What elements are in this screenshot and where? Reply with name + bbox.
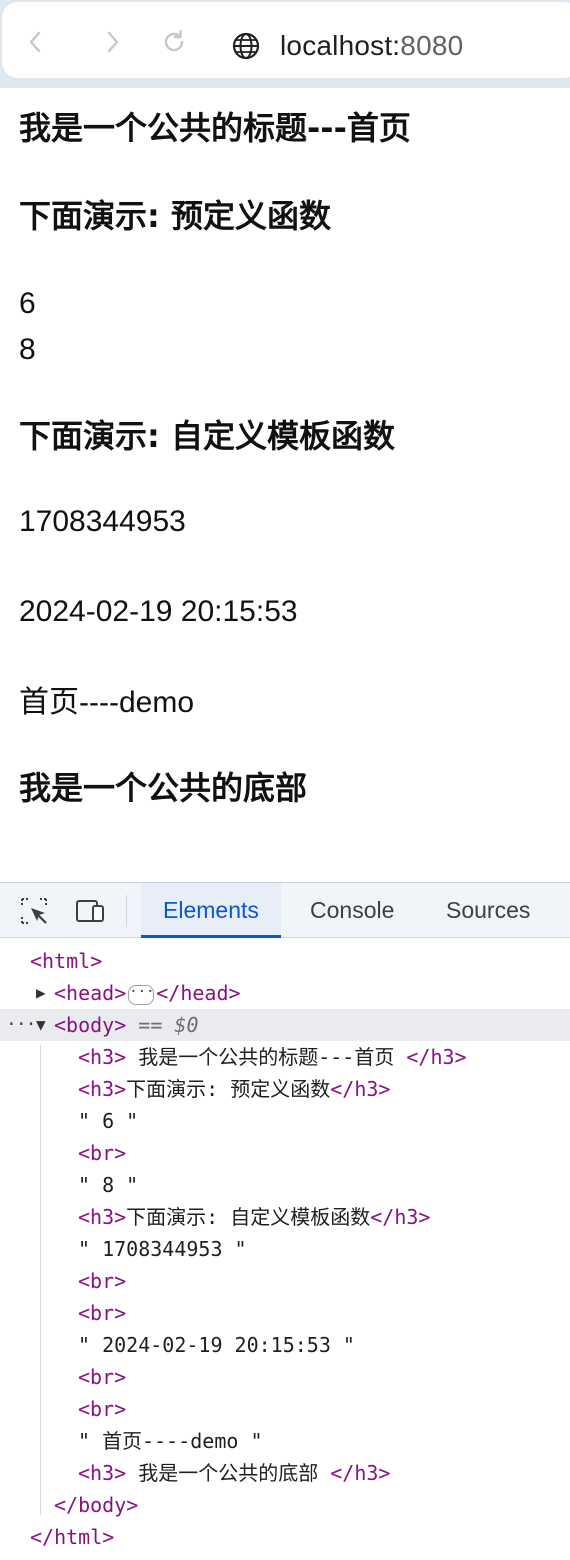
- tag-text: </head>: [156, 981, 241, 1005]
- datetime-text: 2024-02-19 20:15:53: [19, 595, 298, 628]
- node-text: 我是一个公共的底部: [126, 1461, 331, 1485]
- dom-br[interactable]: <br>: [0, 1393, 570, 1425]
- collapsed-ellipsis[interactable]: ···: [128, 984, 155, 1005]
- dom-head[interactable]: ▶ <head> ···</head>: [0, 977, 570, 1009]
- value-six: 6: [19, 287, 36, 320]
- forward-button[interactable]: [98, 28, 126, 56]
- node-text: " 1708344953 ": [78, 1237, 247, 1261]
- address-bar[interactable]: localhost:8080: [280, 28, 463, 64]
- devtools-panel: Elements Console Sources <html> ▶ <head>…: [0, 882, 570, 1560]
- tag-text: </h3>: [330, 1077, 391, 1101]
- equals-text: ==: [126, 1013, 175, 1037]
- selected-var: $0: [174, 1013, 199, 1037]
- dom-text-node[interactable]: " 2024-02-19 20:15:53 ": [0, 1329, 570, 1361]
- dom-br[interactable]: <br>: [0, 1361, 570, 1393]
- timestamp-text: 1708344953: [19, 505, 186, 538]
- node-text: " 首页----demo ": [78, 1429, 263, 1453]
- collapse-triangle-icon[interactable]: ▼: [36, 1009, 52, 1041]
- chevron-right-icon: [107, 31, 119, 53]
- tag-text: <head>: [54, 981, 127, 1005]
- dom-h3-header[interactable]: <h3> 我是一个公共的标题---首页 </h3>: [0, 1041, 570, 1073]
- dom-body-open[interactable]: ··· ▼ <body> == $0: [0, 1009, 570, 1041]
- tag-text: <h3>: [78, 1205, 127, 1229]
- dom-br[interactable]: <br>: [0, 1265, 570, 1297]
- tag-text: <br>: [78, 1141, 127, 1165]
- dom-tree: <html> ▶ <head> ···</head> ··· ▼ <body> =…: [0, 939, 570, 1559]
- value-eight: 8: [19, 333, 36, 366]
- address-host: localhost:: [280, 30, 401, 61]
- devtools-tab-bar: Elements Console Sources: [0, 883, 570, 938]
- dom-text-node[interactable]: " 1708344953 ": [0, 1233, 570, 1265]
- tab-elements[interactable]: Elements: [141, 883, 281, 938]
- browser-toolbar: localhost:8080: [0, 0, 570, 88]
- tree-indent-guide: [40, 1045, 41, 1515]
- tag-text: </h3>: [370, 1205, 431, 1229]
- section-title-predefined: 下面演示: 预定义函数: [19, 197, 331, 235]
- tag-text: <body>: [54, 1013, 127, 1037]
- tag-text: <br>: [78, 1301, 127, 1325]
- node-text: " 8 ": [78, 1173, 139, 1197]
- tag-text: <br>: [78, 1365, 127, 1389]
- dom-text-node[interactable]: " 8 ": [0, 1169, 570, 1201]
- node-text: " 6 ": [78, 1109, 139, 1133]
- tag-text: </h3>: [406, 1045, 467, 1069]
- dom-text-node[interactable]: " 6 ": [0, 1105, 570, 1137]
- inspect-element-icon[interactable]: [18, 895, 50, 927]
- tag-text: <br>: [78, 1397, 127, 1421]
- reload-icon: [164, 30, 184, 52]
- device-toolbar-icon[interactable]: [74, 895, 106, 927]
- header-title: 我是一个公共的标题---首页: [19, 109, 411, 147]
- expand-triangle-icon[interactable]: ▶: [36, 977, 52, 1009]
- toolbar-card: localhost:8080: [2, 2, 570, 78]
- dom-br[interactable]: <br>: [0, 1297, 570, 1329]
- chevron-left-icon: [29, 31, 41, 53]
- toolbar-separator: [126, 895, 127, 927]
- dom-text-node[interactable]: " 首页----demo ": [0, 1425, 570, 1457]
- tab-console[interactable]: Console: [288, 883, 416, 938]
- more-options-dots[interactable]: ···: [6, 1009, 36, 1041]
- globe-icon: [232, 32, 260, 60]
- node-text: 下面演示: 自定义模板函数: [126, 1205, 371, 1229]
- tag-text: <h3>: [78, 1045, 127, 1069]
- page-viewport: 我是一个公共的标题---首页 下面演示: 预定义函数 6 8 下面演示: 自定义…: [2, 88, 570, 882]
- tag-text: <br>: [78, 1269, 127, 1293]
- page-name-text: 首页----demo: [19, 686, 195, 719]
- back-button[interactable]: [22, 28, 50, 56]
- node-text: " 2024-02-19 20:15:53 ": [78, 1333, 355, 1357]
- dom-html-open[interactable]: <html>: [0, 945, 570, 977]
- node-text: 我是一个公共的标题---首页: [126, 1045, 407, 1069]
- address-port: 8080: [400, 30, 464, 61]
- dom-br[interactable]: <br>: [0, 1137, 570, 1169]
- tag-text: <html>: [30, 949, 103, 973]
- node-text: 下面演示: 预定义函数: [126, 1077, 331, 1101]
- dom-h3-predefined[interactable]: <h3>下面演示: 预定义函数</h3>: [0, 1073, 570, 1105]
- tag-text: </html>: [30, 1525, 115, 1549]
- reload-button[interactable]: [160, 28, 188, 56]
- tab-sources[interactable]: Sources: [424, 883, 552, 938]
- tag-text: <h3>: [78, 1077, 127, 1101]
- dom-body-close[interactable]: </body>: [0, 1489, 570, 1521]
- tag-text: <h3>: [78, 1461, 127, 1485]
- footer-title: 我是一个公共的底部: [19, 769, 308, 807]
- tag-text: </h3>: [330, 1461, 391, 1485]
- tag-text: </body>: [54, 1493, 139, 1517]
- dom-html-close[interactable]: </html>: [0, 1521, 570, 1553]
- dom-h3-custom[interactable]: <h3>下面演示: 自定义模板函数</h3>: [0, 1201, 570, 1233]
- dom-h3-footer[interactable]: <h3> 我是一个公共的底部 </h3>: [0, 1457, 570, 1489]
- section-title-custom: 下面演示: 自定义模板函数: [19, 417, 395, 455]
